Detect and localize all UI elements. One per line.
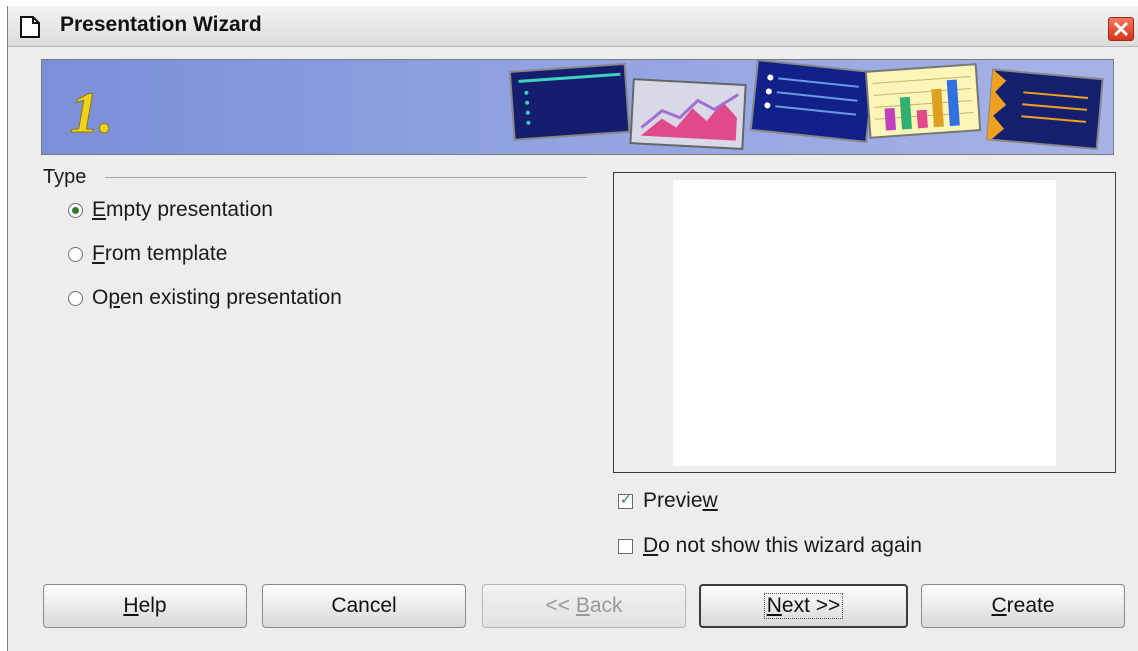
- title-bar[interactable]: Presentation Wizard: [8, 6, 1138, 47]
- cancel-button-label: Cancel: [331, 594, 397, 617]
- step-number: 1.: [70, 80, 114, 145]
- radio-button[interactable]: [68, 290, 83, 306]
- help-button[interactable]: Help: [43, 584, 247, 628]
- create-button-label: Create: [991, 594, 1055, 617]
- create-button[interactable]: Create: [921, 584, 1125, 628]
- dont-show-again-row[interactable]: Do not show this wizard again: [618, 534, 922, 558]
- document-icon: [20, 16, 40, 38]
- dont-show-again-checkbox[interactable]: [618, 538, 633, 554]
- slide-thumbnail-dark: [508, 62, 631, 141]
- back-button-label: << Back: [545, 594, 623, 617]
- preview-checkbox[interactable]: [618, 491, 633, 509]
- help-button-label: Help: [123, 594, 167, 617]
- slide-thumbnail-bar-chart: [864, 63, 982, 139]
- window-title: Presentation Wizard: [60, 13, 262, 36]
- radio-from-template[interactable]: From template: [68, 242, 227, 266]
- banner-illustration: 1.: [70, 60, 1104, 151]
- preview-checkbox-label: Preview: [643, 489, 718, 512]
- radio-empty-presentation[interactable]: Empty presentation: [68, 198, 273, 222]
- radio-label-from-template: From template: [92, 242, 228, 265]
- back-button[interactable]: << Back: [482, 584, 686, 628]
- close-button[interactable]: [1108, 17, 1134, 41]
- type-section-label: Type: [43, 166, 87, 188]
- next-button-label: Next >>: [763, 593, 844, 619]
- slide-thumbnail-area-chart: [629, 78, 747, 150]
- cancel-button[interactable]: Cancel: [262, 584, 466, 628]
- radio-button-checked[interactable]: [68, 202, 83, 218]
- dont-show-again-label: Do not show this wizard again: [643, 534, 922, 557]
- radio-button[interactable]: [68, 246, 83, 262]
- preview-area: [613, 172, 1116, 473]
- radio-label-open-existing: Open existing presentation: [92, 286, 342, 309]
- type-section-divider: [105, 177, 587, 178]
- close-icon: [1113, 21, 1129, 37]
- radio-open-existing-presentation[interactable]: Open existing presentation: [68, 286, 342, 310]
- radio-label-empty-presentation: Empty presentation: [92, 198, 273, 221]
- slide-thumbnail-orange: [985, 68, 1104, 151]
- preview-slide: [673, 180, 1056, 466]
- next-button[interactable]: Next >>: [699, 584, 908, 628]
- presentation-wizard-window: Presentation Wizard 1. Type Empty presen…: [7, 6, 1138, 651]
- wizard-banner: 1.: [41, 59, 1114, 155]
- slide-thumbnail-bullets: [749, 60, 875, 143]
- preview-checkbox-row[interactable]: Preview: [618, 489, 718, 513]
